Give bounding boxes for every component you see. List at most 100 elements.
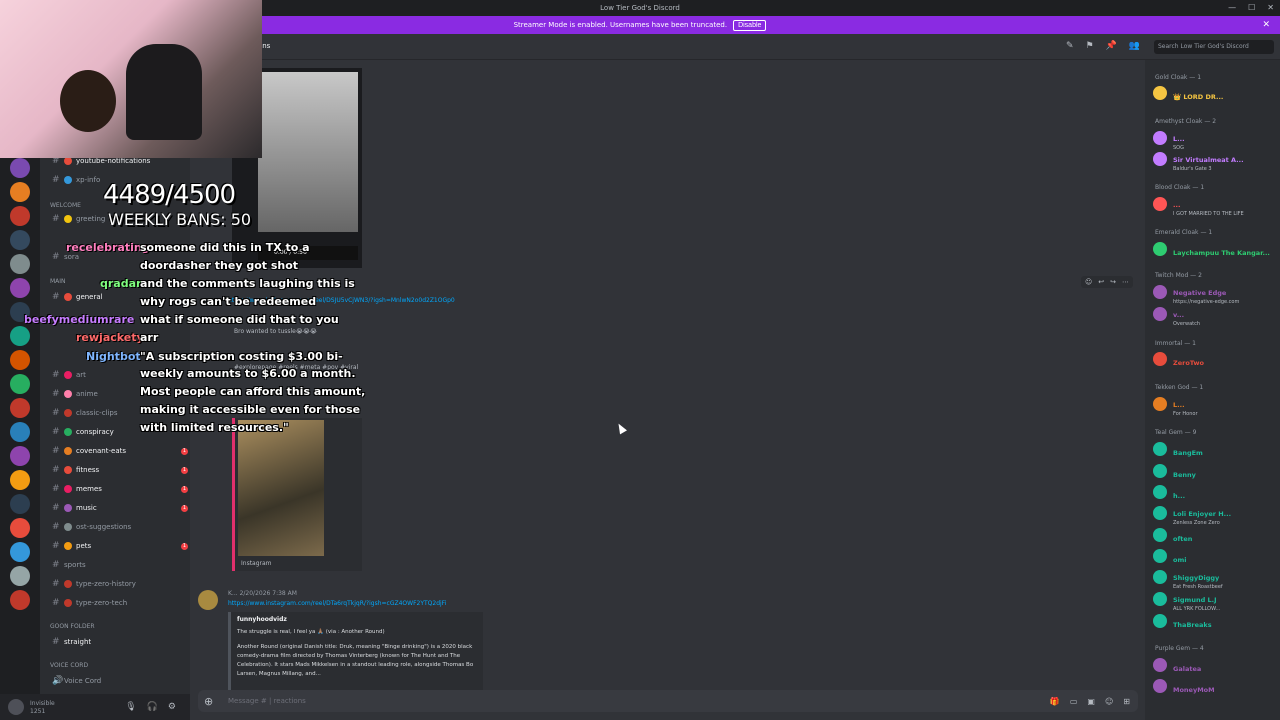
category-main[interactable]: MAIN xyxy=(50,278,66,285)
apps-icon[interactable]: ⊞ xyxy=(1123,697,1130,706)
server-icon[interactable] xyxy=(10,422,30,442)
close-banner-icon[interactable]: ✕ xyxy=(1262,20,1270,30)
gear-icon[interactable]: ⚙ xyxy=(168,702,176,712)
avatar[interactable] xyxy=(1153,506,1167,520)
member-item[interactable]: Loli Enjoyer H... Zenless Zone Zero xyxy=(1153,504,1278,526)
channel-memes[interactable]: # memes 1 xyxy=(52,480,188,498)
category-voice-cord[interactable]: VOICE CORD xyxy=(50,662,88,669)
instagram-embed[interactable]: Instagram xyxy=(232,418,362,571)
server-icon[interactable] xyxy=(10,494,30,514)
server-icon[interactable] xyxy=(10,182,30,202)
avatar[interactable] xyxy=(1153,549,1167,563)
member-item[interactable]: h... xyxy=(1153,483,1278,501)
server-icon[interactable] xyxy=(10,206,30,226)
member-item[interactable]: 👑 LORD DR... xyxy=(1153,84,1278,102)
channel-pets[interactable]: # pets 1 xyxy=(52,537,188,555)
reply-icon[interactable]: ↩ xyxy=(1098,278,1104,286)
avatar[interactable] xyxy=(1153,658,1167,672)
avatar[interactable] xyxy=(1153,679,1167,693)
avatar[interactable] xyxy=(1153,485,1167,499)
member-item[interactable]: BangEm xyxy=(1153,440,1278,458)
server-icon[interactable] xyxy=(10,590,30,610)
member-item[interactable]: Laychampuu The Kangar... xyxy=(1153,240,1278,258)
server-icon[interactable] xyxy=(10,470,30,490)
gift-icon[interactable]: 🎁 xyxy=(1050,697,1060,706)
member-item[interactable]: ZeroTwo xyxy=(1153,350,1278,368)
server-icon[interactable] xyxy=(10,374,30,394)
minimize-icon[interactable]: — xyxy=(1228,0,1236,16)
react-icon[interactable]: ☺ xyxy=(1085,278,1092,286)
avatar[interactable] xyxy=(1153,152,1167,166)
avatar[interactable] xyxy=(1153,528,1167,542)
avatar[interactable] xyxy=(1153,242,1167,256)
avatar[interactable] xyxy=(1153,307,1167,321)
close-window-icon[interactable]: ✕ xyxy=(1267,0,1274,16)
server-icon[interactable] xyxy=(10,158,30,178)
channel-straight[interactable]: # straight xyxy=(52,633,188,651)
category-welcome[interactable]: WELCOME xyxy=(50,202,81,209)
channel-sports[interactable]: # sports xyxy=(52,556,188,574)
channel-ost-suggestions[interactable]: # ost-suggestions xyxy=(52,518,188,536)
server-icon[interactable] xyxy=(10,446,30,466)
member-item[interactable]: Benny xyxy=(1153,462,1278,480)
message-author[interactable]: K... xyxy=(228,590,238,597)
server-icon[interactable] xyxy=(10,518,30,538)
member-item[interactable]: v... Overwatch xyxy=(1153,305,1278,327)
member-item[interactable]: Sigmund L.J ALL YRK FOLLOW... xyxy=(1153,590,1278,612)
member-item[interactable]: ShiggyDiggy Eat Fresh Roastbeef xyxy=(1153,568,1278,590)
category-goon-folder[interactable]: GOON FOLDER xyxy=(50,623,95,630)
disable-streamer-mode-button[interactable]: Disable xyxy=(733,19,767,31)
channel-covenant-eats[interactable]: # covenant-eats 1 xyxy=(52,442,188,460)
server-icon[interactable] xyxy=(10,398,30,418)
message-composer[interactable]: ⊕ Message # | reactions 🎁 ▭ ▣ ☺ ⊞ xyxy=(198,690,1138,712)
channel-type-zero-tech[interactable]: # type-zero-tech xyxy=(52,594,188,612)
server-icon[interactable] xyxy=(10,254,30,274)
members-icon[interactable]: 👥 xyxy=(1129,41,1140,51)
server-icon[interactable] xyxy=(10,566,30,586)
more-icon[interactable]: ⋯ xyxy=(1122,278,1129,286)
avatar[interactable] xyxy=(1153,197,1167,211)
avatar[interactable] xyxy=(1153,86,1167,100)
embed-author[interactable]: funnyhoodvidz xyxy=(237,616,477,623)
threads-icon[interactable]: ✎ xyxy=(1066,41,1074,51)
notification-bell-icon[interactable]: ⚑ xyxy=(1085,41,1093,51)
member-item[interactable]: Galatea xyxy=(1153,656,1278,674)
member-item[interactable]: omi xyxy=(1153,547,1278,565)
pin-icon[interactable]: 📌 xyxy=(1106,41,1117,51)
member-item[interactable]: often xyxy=(1153,526,1278,544)
avatar[interactable] xyxy=(1153,285,1167,299)
channel-music[interactable]: # music 1 xyxy=(52,499,188,517)
avatar[interactable] xyxy=(1153,570,1167,584)
channel-fitness[interactable]: # fitness 1 xyxy=(52,461,188,479)
avatar[interactable] xyxy=(1153,464,1167,478)
forward-icon[interactable]: ↪ xyxy=(1110,278,1116,286)
avatar[interactable] xyxy=(1153,592,1167,606)
member-item[interactable]: Negative Edge https://negative-edge.com xyxy=(1153,283,1278,305)
embed-image[interactable] xyxy=(238,420,324,556)
avatar[interactable] xyxy=(1153,614,1167,628)
message-link[interactable]: https://www.instagram.com/reel/DTa6rqTkj… xyxy=(228,600,446,607)
member-item[interactable]: Sir Virtualmeat A... Baldur's Gate 3 xyxy=(1153,150,1278,172)
channel-type-zero-history[interactable]: # type-zero-history xyxy=(52,575,188,593)
server-icon[interactable] xyxy=(10,350,30,370)
member-item[interactable]: L... For Honor xyxy=(1153,395,1278,417)
avatar[interactable] xyxy=(8,699,24,715)
avatar[interactable] xyxy=(1153,131,1167,145)
search-input[interactable]: Search Low Tier God's Discord xyxy=(1154,40,1274,54)
server-icon[interactable] xyxy=(10,326,30,346)
avatar[interactable] xyxy=(1153,397,1167,411)
gif-icon[interactable]: ▭ xyxy=(1070,697,1078,706)
member-item[interactable]: L... SOG xyxy=(1153,129,1278,151)
member-item[interactable]: MoneyMoM xyxy=(1153,677,1278,695)
add-attachment-icon[interactable]: ⊕ xyxy=(204,695,213,708)
member-item[interactable]: ThaBreaks xyxy=(1153,612,1278,630)
video-thumbnail[interactable] xyxy=(258,72,358,232)
emoji-icon[interactable]: ☺ xyxy=(1105,697,1113,706)
headphones-icon[interactable]: 🎧 xyxy=(147,702,158,712)
server-icon[interactable] xyxy=(10,278,30,298)
avatar[interactable] xyxy=(1153,442,1167,456)
channel-voice-cord[interactable]: 🔊 Voice Cord xyxy=(52,672,188,690)
microphone-icon[interactable]: 🎙 xyxy=(125,702,136,712)
server-icon[interactable] xyxy=(10,542,30,562)
member-item[interactable]: ... I GOT MARRIED TO THE LIFE xyxy=(1153,195,1278,217)
